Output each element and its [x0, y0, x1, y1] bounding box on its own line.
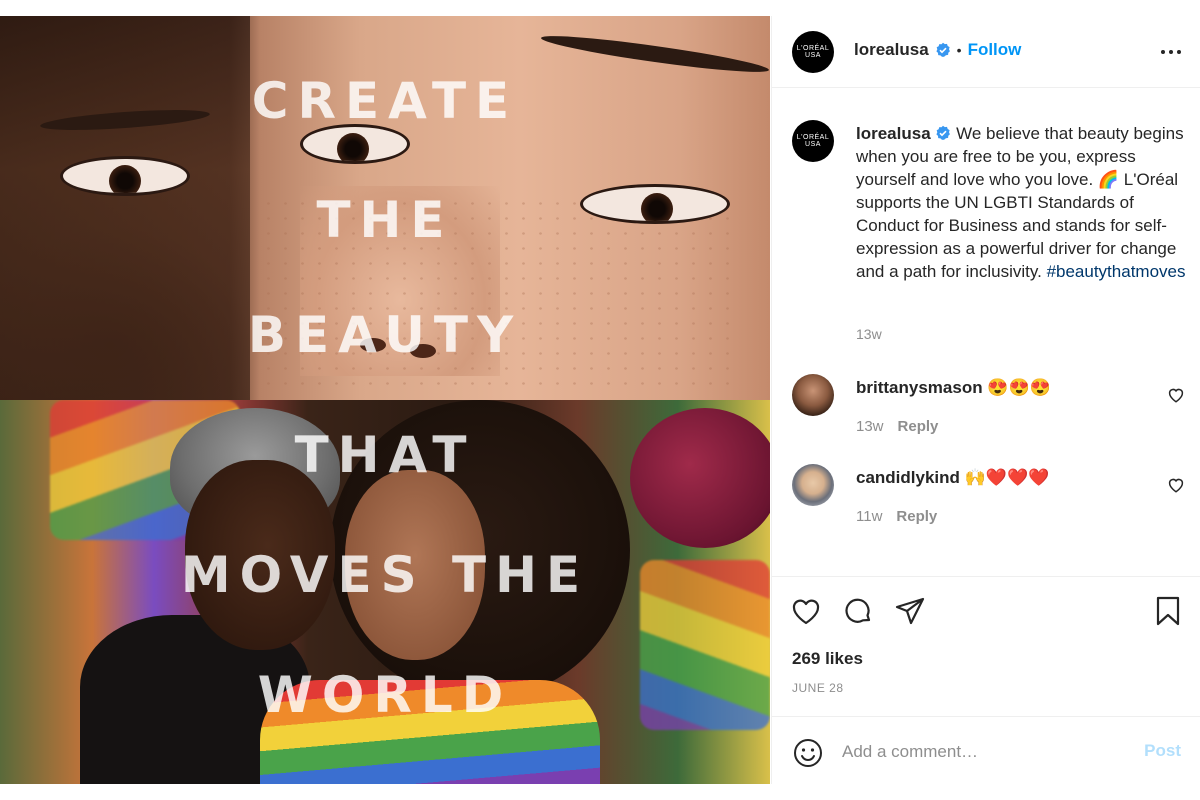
avatar[interactable]: L'ORÉAL USA [792, 120, 834, 162]
avatar[interactable]: L'ORÉAL USA [792, 31, 834, 73]
overlay-line: THAT [294, 426, 476, 484]
avatar-logo-text: L'ORÉAL USA [796, 45, 830, 59]
bookmark-icon[interactable] [1152, 595, 1184, 627]
overlay-line: CREATE [251, 72, 519, 130]
overlay-line: THE [316, 191, 454, 249]
verified-badge-icon [936, 42, 950, 57]
comment-username-link[interactable]: candidlykind [856, 468, 960, 487]
comment-timestamp[interactable]: 13w [856, 418, 884, 435]
avatar-logo-text: L'ORÉAL USA [796, 134, 830, 148]
comment-item: candidlykind 🙌❤️❤️❤️ 11w Reply [772, 464, 1200, 534]
comment-line: brittanysmason 😍😍😍 [856, 378, 1051, 398]
caption-text-block: lorealusa We believe that beauty begins … [856, 122, 1186, 283]
like-comment-heart-icon[interactable] [1167, 476, 1185, 494]
comment-text: 😍😍😍 [982, 378, 1051, 397]
caption-text: We believe that beauty begins when you a… [856, 124, 1184, 281]
comment-icon[interactable] [842, 595, 874, 627]
image-overlay-text: CREATE THE BEAUTY THAT MOVES THE WORLD [0, 16, 770, 784]
reply-button[interactable]: Reply [896, 508, 937, 525]
more-horizontal-icon[interactable] [1159, 40, 1183, 64]
caption-timestamp[interactable]: 13w [856, 326, 882, 342]
comment-item: brittanysmason 😍😍😍 13w Reply [772, 374, 1200, 444]
comment-meta: 11w Reply [856, 508, 937, 525]
like-comment-heart-icon[interactable] [1167, 386, 1185, 404]
post-header: L'ORÉAL USA lorealusa • Follow [772, 16, 1200, 88]
post-button[interactable]: Post [1144, 741, 1181, 761]
heart-icon[interactable] [790, 595, 822, 627]
overlay-line: MOVES THE [180, 546, 590, 604]
hashtag-link[interactable]: #beautythatmoves [1047, 262, 1186, 281]
emoji-icon[interactable] [792, 737, 824, 769]
follow-button[interactable]: Follow [968, 40, 1022, 60]
overlay-line: WORLD [257, 666, 513, 724]
add-comment-bar: Post [772, 716, 1200, 784]
username-link[interactable]: lorealusa [854, 40, 929, 60]
verified-badge-icon [936, 125, 951, 140]
share-icon[interactable] [894, 595, 926, 627]
post-image[interactable]: CREATE THE BEAUTY THAT MOVES THE WORLD [0, 16, 770, 784]
comment-username-link[interactable]: brittanysmason [856, 378, 983, 397]
overlay-line: BEAUTY [247, 306, 523, 364]
comment-line: candidlykind 🙌❤️❤️❤️ [856, 468, 1049, 488]
post-side-panel: L'ORÉAL USA lorealusa • Follow L'ORÉAL U… [771, 16, 1200, 784]
comment-input[interactable] [842, 737, 1122, 767]
post-date[interactable]: JUNE 28 [792, 681, 844, 695]
header-user-row: lorealusa • Follow [854, 40, 1021, 60]
separator-dot: • [956, 42, 962, 58]
caption-username-link[interactable]: lorealusa [856, 124, 931, 143]
commenter-avatar[interactable] [792, 464, 834, 506]
comment-text: 🙌❤️❤️❤️ [959, 468, 1050, 487]
comment-meta: 13w Reply [856, 418, 938, 435]
likes-count[interactable]: 269 likes [792, 649, 863, 669]
reply-button[interactable]: Reply [898, 418, 939, 435]
comment-timestamp[interactable]: 11w [856, 508, 882, 525]
commenter-avatar[interactable] [792, 374, 834, 416]
